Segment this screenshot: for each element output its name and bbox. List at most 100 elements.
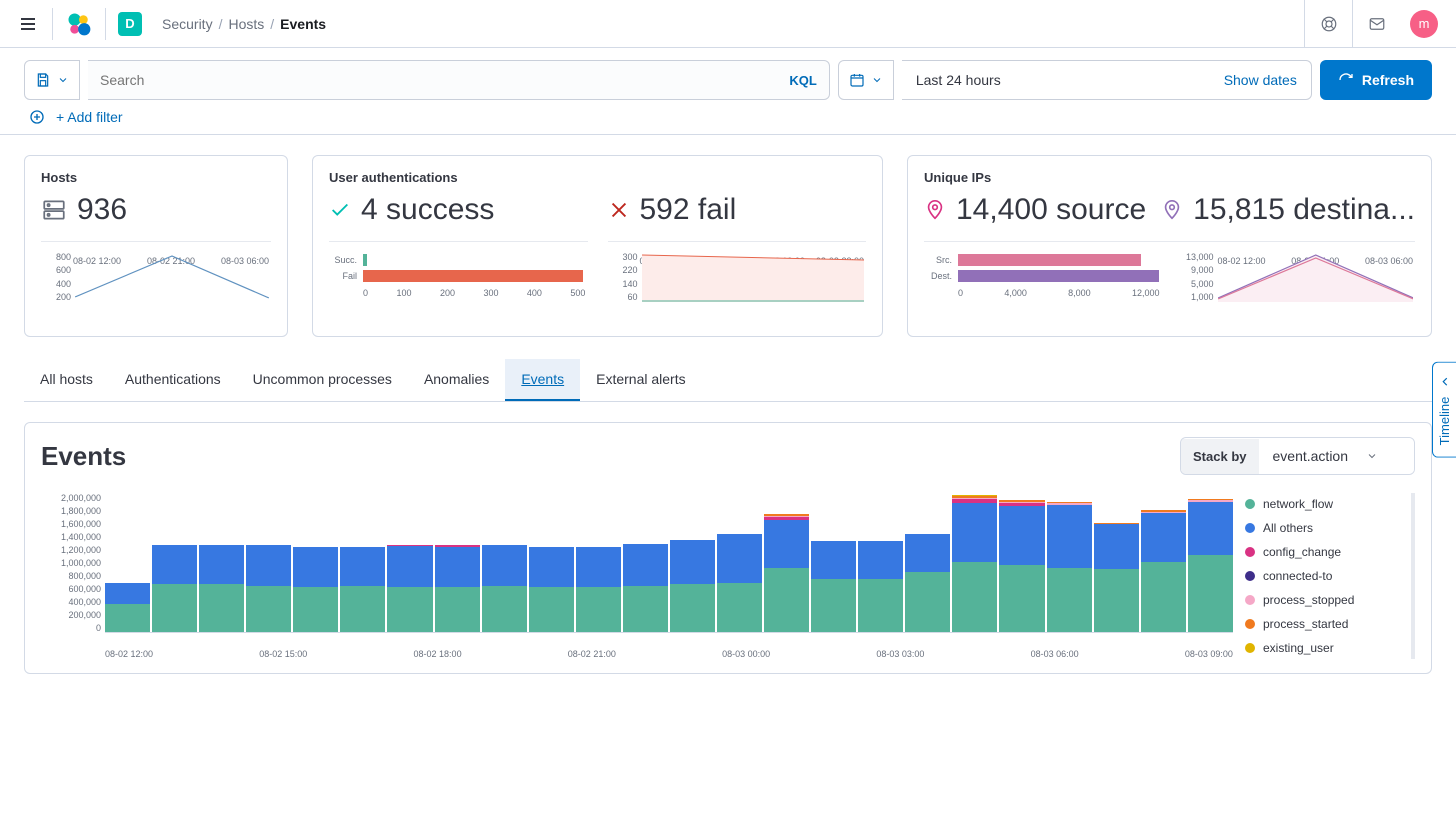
y-tick: 600,000 bbox=[41, 584, 101, 594]
histogram-bar[interactable] bbox=[905, 534, 950, 632]
histogram-bar[interactable] bbox=[1141, 510, 1186, 632]
ips-source-unit: source bbox=[1056, 193, 1146, 226]
x-tick: 0 bbox=[958, 288, 963, 298]
legend-item[interactable]: existing_user bbox=[1245, 641, 1405, 655]
tab-external-alerts[interactable]: External alerts bbox=[580, 359, 701, 401]
breadcrumbs: Security / Hosts / Events bbox=[162, 16, 326, 32]
histogram-bar[interactable] bbox=[623, 544, 668, 632]
legend-item[interactable]: connected-to bbox=[1245, 569, 1405, 583]
y-tick: 1,200,000 bbox=[41, 545, 101, 555]
add-filter-button[interactable]: + Add filter bbox=[56, 109, 123, 125]
stack-by-control: Stack by event.action bbox=[1180, 437, 1415, 475]
histogram-bar[interactable] bbox=[199, 545, 244, 632]
search-input[interactable] bbox=[100, 72, 789, 88]
x-tick: 200 bbox=[440, 288, 455, 298]
y-tick: 0 bbox=[41, 623, 101, 633]
x-tick: 08-03 00:00 bbox=[722, 649, 770, 659]
ips-sparkline: 13,000 9,000 5,000 1,000 bbox=[1178, 252, 1416, 322]
panel-title: User authentications bbox=[329, 170, 866, 185]
filter-bar: KQL Last 24 hours Show dates Refresh + A… bbox=[0, 48, 1456, 135]
histogram-bar[interactable] bbox=[764, 514, 809, 632]
elastic-logo-icon[interactable] bbox=[65, 10, 93, 38]
date-quick-select[interactable] bbox=[838, 60, 894, 100]
legend-item[interactable]: config_change bbox=[1245, 545, 1405, 559]
tab-anomalies[interactable]: Anomalies bbox=[408, 359, 505, 401]
histogram-bar[interactable] bbox=[576, 547, 621, 632]
legend-swatch-icon bbox=[1245, 499, 1255, 509]
histogram-bar[interactable] bbox=[529, 547, 574, 632]
calendar-icon bbox=[849, 72, 865, 88]
saved-query-button[interactable] bbox=[24, 60, 80, 100]
x-tick: 08-03 06:00 bbox=[1031, 649, 1079, 659]
histogram-bar[interactable] bbox=[952, 495, 997, 632]
y-tick: 400,000 bbox=[41, 597, 101, 607]
y-tick: 9,000 bbox=[1178, 265, 1214, 275]
host-icon bbox=[41, 197, 67, 223]
newsfeed-button[interactable] bbox=[1352, 0, 1400, 48]
kpi-hosts-panel: Hosts 936 800 600 400 200 08-02 12:00 0 bbox=[24, 155, 288, 337]
histogram-bar[interactable] bbox=[1188, 499, 1233, 632]
histogram-bar[interactable] bbox=[482, 545, 527, 632]
histogram-bar[interactable] bbox=[435, 545, 480, 632]
histogram-bar[interactable] bbox=[717, 534, 762, 632]
histogram-bar[interactable] bbox=[670, 540, 715, 632]
histogram-bar[interactable] bbox=[340, 547, 385, 632]
mail-icon bbox=[1368, 15, 1386, 33]
legend-item[interactable]: All others bbox=[1245, 521, 1405, 535]
search-input-wrapper: KQL bbox=[88, 60, 830, 100]
stack-by-select[interactable]: event.action bbox=[1259, 438, 1415, 474]
histogram-bar[interactable] bbox=[858, 541, 903, 632]
refresh-button[interactable]: Refresh bbox=[1320, 60, 1432, 100]
date-range-display[interactable]: Last 24 hours Show dates bbox=[902, 60, 1312, 100]
show-dates-link[interactable]: Show dates bbox=[1224, 72, 1297, 88]
histogram-bar[interactable] bbox=[246, 545, 291, 632]
refresh-icon bbox=[1338, 72, 1354, 88]
histogram-bar[interactable] bbox=[387, 545, 432, 632]
hamburger-icon bbox=[19, 15, 37, 33]
histogram-bar[interactable] bbox=[1047, 502, 1092, 632]
kpi-auth-panel: User authentications 4 success Succ. Fai… bbox=[312, 155, 883, 337]
kql-toggle[interactable]: KQL bbox=[789, 73, 816, 88]
x-tick: 4,000 bbox=[1004, 288, 1027, 298]
histogram-bar[interactable] bbox=[811, 541, 856, 632]
histogram-bar[interactable] bbox=[999, 500, 1044, 632]
breadcrumb-link[interactable]: Security bbox=[162, 16, 213, 32]
user-menu-button[interactable]: m bbox=[1400, 0, 1448, 48]
chevron-down-icon bbox=[57, 74, 69, 86]
help-button[interactable] bbox=[1304, 0, 1352, 48]
histogram-bar[interactable] bbox=[1094, 523, 1139, 632]
ips-dest-count: 15,815 bbox=[1193, 193, 1285, 226]
divider bbox=[105, 8, 106, 40]
legend-item[interactable]: process_stopped bbox=[1245, 593, 1405, 607]
legend-item[interactable]: network_flow bbox=[1245, 497, 1405, 511]
histogram-bar[interactable] bbox=[293, 547, 338, 632]
tab-uncommon-processes[interactable]: Uncommon processes bbox=[237, 359, 408, 401]
breadcrumb-link[interactable]: Hosts bbox=[228, 16, 264, 32]
stack-by-value: event.action bbox=[1273, 448, 1349, 464]
legend-item[interactable]: process_started bbox=[1245, 617, 1405, 631]
y-tick: 1,000 bbox=[1178, 292, 1214, 302]
x-tick: 0 bbox=[363, 288, 368, 298]
y-tick: 200 bbox=[41, 292, 71, 302]
histogram-bar[interactable] bbox=[105, 583, 150, 632]
events-legend: network_flow All others config_changeconne… bbox=[1245, 493, 1415, 659]
tab-all-hosts[interactable]: All hosts bbox=[24, 359, 109, 401]
events-histogram: 2,000,0001,800,0001,600,0001,400,0001,20… bbox=[41, 493, 1233, 659]
lifebuoy-icon bbox=[1320, 15, 1338, 33]
y-tick: 400 bbox=[41, 279, 71, 289]
y-tick: 1,400,000 bbox=[41, 532, 101, 542]
auth-sparkline: 300 220 140 60 bbox=[608, 252, 867, 322]
x-icon bbox=[608, 199, 630, 221]
legend-swatch-icon bbox=[1245, 571, 1255, 581]
tab-authentications[interactable]: Authentications bbox=[109, 359, 237, 401]
space-selector[interactable]: D bbox=[118, 12, 142, 36]
auth-success-unit: success bbox=[386, 193, 494, 226]
auth-fail-count: 592 bbox=[640, 193, 690, 226]
timeline-flyout-toggle[interactable]: Timeline bbox=[1432, 361, 1456, 458]
y-tick: 1,800,000 bbox=[41, 506, 101, 516]
tab-events[interactable]: Events bbox=[505, 359, 580, 401]
nav-toggle-button[interactable] bbox=[8, 4, 48, 44]
divider bbox=[52, 8, 53, 40]
global-header: D Security / Hosts / Events m bbox=[0, 0, 1456, 48]
histogram-bar[interactable] bbox=[152, 545, 197, 632]
